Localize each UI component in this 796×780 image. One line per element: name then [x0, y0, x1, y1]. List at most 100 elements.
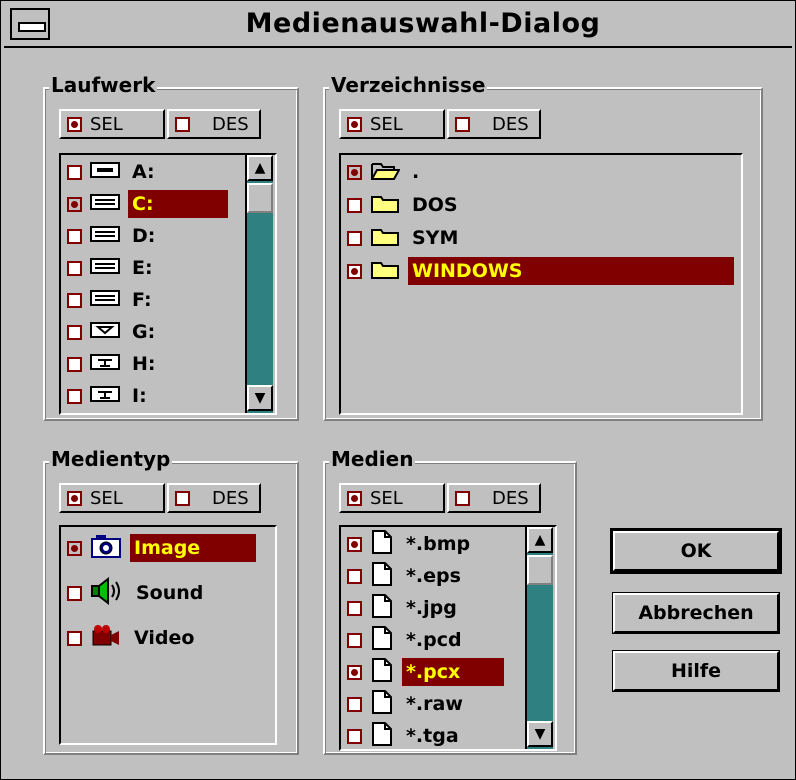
media-item[interactable]: *.raw — [345, 689, 467, 719]
drive-item-label: G: — [132, 321, 156, 343]
media-item[interactable]: *.pcd — [345, 625, 466, 655]
scroll-up-icon[interactable]: ▲ — [527, 527, 553, 553]
checkbox[interactable] — [67, 292, 82, 308]
media-item[interactable]: *.tga — [345, 721, 463, 749]
mediatype-item[interactable]: Image — [65, 533, 256, 563]
directory-item[interactable]: . — [345, 157, 423, 187]
media-item[interactable]: *.eps — [345, 561, 465, 591]
folder-icon — [370, 225, 400, 252]
media-item[interactable]: *.bmp — [345, 529, 474, 559]
drive-item[interactable]: A: — [65, 157, 159, 187]
mediatype-item-label: Image — [130, 534, 256, 562]
drive-item[interactable]: H: — [65, 349, 160, 379]
drive-item-label: C: — [128, 190, 228, 218]
drives-select-all-button[interactable]: SEL — [59, 109, 165, 139]
checkbox[interactable] — [67, 324, 82, 340]
media-item-label: *.tga — [406, 725, 459, 747]
directories-list[interactable]: . DOS SYM WINDOWS — [339, 153, 743, 415]
checkbox[interactable] — [67, 260, 82, 276]
mediatype-select-all-button[interactable]: SEL — [59, 483, 165, 513]
media-item-label: *.eps — [406, 565, 461, 587]
video-camera-icon — [90, 623, 122, 654]
scroll-thumb[interactable] — [527, 555, 553, 585]
dialog-window: Medienauswahl-Dialog Laufwerk SEL DES ▲ … — [0, 0, 796, 780]
checkbox[interactable] — [347, 568, 362, 584]
drive-item[interactable]: G: — [65, 317, 159, 347]
checkbox[interactable] — [347, 164, 362, 180]
mediatype-item[interactable]: Sound — [65, 576, 207, 610]
checkbox[interactable] — [347, 230, 362, 246]
directory-item[interactable]: SYM — [345, 223, 462, 253]
directories-deselect-all-button[interactable]: DES — [447, 109, 541, 139]
checkbox-icon — [455, 490, 470, 506]
file-icon — [370, 593, 394, 624]
floppy-drive-icon — [90, 161, 120, 184]
checkbox[interactable] — [347, 536, 362, 552]
file-icon — [370, 657, 394, 688]
help-button[interactable]: Hilfe — [612, 650, 780, 692]
checkbox-icon — [347, 490, 362, 506]
media-item[interactable]: *.jpg — [345, 593, 461, 623]
drives-list[interactable]: ▲ ▼ A: C: D: E: F: G: H: I: — [59, 153, 277, 415]
scroll-down-icon[interactable]: ▼ — [527, 721, 553, 747]
drive-item[interactable]: I: — [65, 381, 151, 411]
checkbox[interactable] — [347, 197, 362, 213]
checkbox[interactable] — [67, 164, 82, 180]
drives-scrollbar[interactable]: ▲ ▼ — [245, 155, 273, 413]
media-deselect-all-button[interactable]: DES — [447, 483, 541, 513]
mediatype-deselect-all-button[interactable]: DES — [167, 483, 261, 513]
checkbox[interactable] — [67, 540, 82, 556]
checkbox[interactable] — [347, 600, 362, 616]
checkbox-icon — [347, 116, 362, 132]
file-icon — [370, 689, 394, 720]
scroll-down-icon[interactable]: ▼ — [247, 385, 273, 411]
checkbox[interactable] — [67, 585, 82, 601]
network-drive-icon — [90, 353, 120, 376]
scroll-up-icon[interactable]: ▲ — [247, 155, 273, 181]
media-item-label: *.pcd — [406, 629, 462, 651]
cancel-button[interactable]: Abbrechen — [612, 592, 780, 634]
open-folder-icon — [370, 159, 401, 186]
checkbox[interactable] — [347, 263, 362, 279]
checkbox[interactable] — [347, 728, 362, 744]
media-select-all-button[interactable]: SEL — [339, 483, 445, 513]
drive-item[interactable]: D: — [65, 221, 159, 251]
mediatype-list[interactable]: Image Sound Video — [59, 525, 277, 745]
scroll-thumb[interactable] — [247, 183, 273, 213]
hard-drive-icon — [90, 193, 120, 216]
directory-item-label: WINDOWS — [408, 257, 734, 285]
media-item-label: *.jpg — [406, 597, 457, 619]
checkbox[interactable] — [67, 388, 82, 404]
directory-item-label: SYM — [412, 227, 459, 249]
drive-item-label: H: — [132, 353, 156, 375]
drive-item[interactable]: E: — [65, 253, 157, 283]
checkbox[interactable] — [67, 356, 82, 372]
media-scrollbar[interactable]: ▲ ▼ — [525, 527, 553, 749]
directories-select-all-button[interactable]: SEL — [339, 109, 445, 139]
media-item-label: *.raw — [406, 693, 463, 715]
drive-item[interactable]: C: — [65, 189, 228, 219]
network-drive-icon — [90, 385, 120, 408]
media-item[interactable]: *.pcx — [345, 657, 504, 687]
hard-drive-icon — [90, 289, 120, 312]
drive-item-label: E: — [132, 257, 153, 279]
file-icon — [370, 529, 394, 560]
checkbox-icon — [175, 116, 190, 132]
checkbox[interactable] — [347, 632, 362, 648]
media-list[interactable]: ▲ ▼ *.bmp *.eps *.jpg *.pcd *.pcx *.raw *.tga — [339, 525, 557, 751]
checkbox[interactable] — [347, 664, 362, 680]
checkbox[interactable] — [347, 696, 362, 712]
checkbox[interactable] — [67, 228, 82, 244]
drive-item[interactable]: F: — [65, 285, 156, 315]
ok-button[interactable]: OK — [610, 528, 782, 574]
drives-group: Laufwerk SEL DES ▲ ▼ A: C: D: E: F: G: H: I: — [43, 73, 299, 421]
speaker-icon — [90, 576, 124, 610]
directory-item[interactable]: DOS — [345, 190, 462, 220]
directory-item[interactable]: WINDOWS — [345, 256, 734, 286]
system-menu-button[interactable] — [10, 8, 50, 40]
mediatype-item[interactable]: Video — [65, 623, 198, 653]
file-icon — [370, 625, 394, 656]
checkbox[interactable] — [67, 630, 82, 646]
drives-deselect-all-button[interactable]: DES — [167, 109, 261, 139]
checkbox[interactable] — [67, 196, 82, 212]
